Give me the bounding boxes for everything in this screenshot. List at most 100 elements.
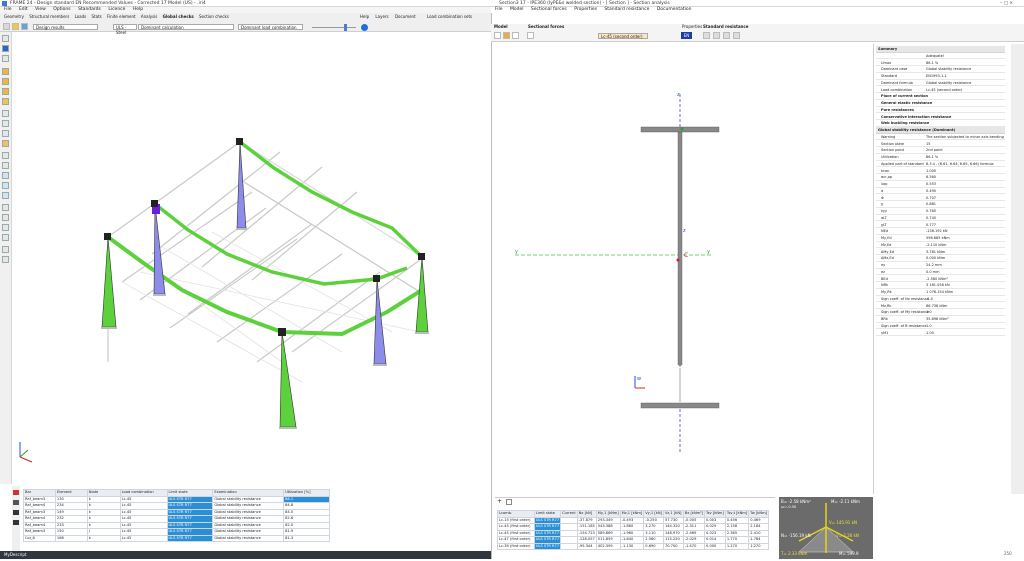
pan-icon[interactable] xyxy=(2,120,9,127)
zoom-slider-track[interactable] xyxy=(312,27,356,28)
tab-properties[interactable]: Properties xyxy=(682,24,702,30)
stability-section-header[interactable]: Global stability resistance (Dominant) xyxy=(876,127,1005,134)
menu-item[interactable]: Properties xyxy=(574,7,597,12)
render-icon[interactable] xyxy=(2,172,9,179)
label-icon[interactable] xyxy=(2,204,9,211)
col-header[interactable]: Vz,1 [kN] xyxy=(662,510,684,518)
table-cell[interactable]: -1.470 xyxy=(682,542,706,550)
uls-steel-select[interactable]: ULS - Steel xyxy=(113,24,137,35)
collapsed-section[interactable]: Pure resistances xyxy=(876,107,1005,114)
table-cell[interactable]: -151.185 xyxy=(576,523,597,531)
table-cell[interactable]: ULS STR R77 xyxy=(533,523,562,531)
support-icon[interactable] xyxy=(2,246,9,253)
copy-icon[interactable] xyxy=(13,500,19,505)
tab-global-checks[interactable]: Global checks xyxy=(163,14,194,19)
collapsed-section[interactable]: General elastic resistance xyxy=(876,100,1005,107)
print-icon[interactable] xyxy=(13,510,19,515)
table-cell[interactable]: ULS STR R77 xyxy=(166,534,214,542)
tab-load-combination-sets[interactable]: Load combination sets xyxy=(427,14,472,19)
summary-section-header[interactable]: Summary xyxy=(876,46,1005,53)
redo-icon[interactable] xyxy=(2,55,9,62)
close-icon[interactable]: × xyxy=(1009,1,1013,6)
collapsed-section[interactable]: Conservative interaction resistance xyxy=(876,114,1005,120)
table-cell[interactable]: ULS STR R77 xyxy=(533,516,562,524)
tab-help[interactable]: Help xyxy=(360,14,369,19)
view-iso-icon[interactable] xyxy=(2,98,9,105)
menu-item[interactable]: Options xyxy=(53,7,70,12)
table-cell[interactable]: Lc-47 (first order) xyxy=(497,536,535,544)
bottom-flange[interactable] xyxy=(640,402,720,409)
rafter-middle[interactable] xyxy=(153,202,408,286)
table-cell[interactable]: Col_6 xyxy=(23,534,56,542)
column-front-left[interactable] xyxy=(101,236,117,328)
maximize-icon[interactable]: □ xyxy=(1004,1,1008,6)
design-results-select[interactable]: Design results xyxy=(33,24,98,30)
col-header[interactable]: Mz,1 [kNm] xyxy=(619,510,645,518)
col-header[interactable]: Vy,1 [kN] xyxy=(643,510,664,518)
table-cell[interactable]: ULS STR R77 xyxy=(533,542,562,550)
load-combination-select[interactable]: Dominant load combination xyxy=(238,24,303,30)
menu-item[interactable]: Edit xyxy=(19,7,28,12)
delete-row-icon[interactable] xyxy=(506,499,512,505)
undo-icon[interactable] xyxy=(2,45,9,52)
tab-finite-element[interactable]: Finite element xyxy=(107,14,136,19)
table-cell[interactable]: Lc-15 (first order) xyxy=(497,516,535,524)
web[interactable] xyxy=(677,131,683,366)
section-shape-icon[interactable] xyxy=(512,32,519,39)
table-row[interactable]: Col_6 166 k Lc-45 ULS STR R77 Global stabilit… xyxy=(23,534,330,542)
tab-stats[interactable]: Stats xyxy=(92,14,102,19)
table-cell[interactable]: 166 xyxy=(54,534,88,542)
pin-icon[interactable] xyxy=(13,490,19,495)
table-cell[interactable]: Lc-45 xyxy=(119,534,168,542)
buckling-icon[interactable] xyxy=(723,32,730,39)
col-header[interactable]: My,1 [kNm] xyxy=(595,510,621,518)
measure-icon[interactable] xyxy=(2,162,9,169)
menu-item[interactable]: File xyxy=(4,7,12,12)
view-top-icon[interactable] xyxy=(2,88,9,95)
table-cell[interactable]: -1.130 xyxy=(619,542,645,550)
menu-item[interactable]: Standards xyxy=(78,7,101,12)
results-icon[interactable] xyxy=(2,140,9,147)
tab-section-checks[interactable]: Section checks xyxy=(199,14,229,19)
view-side-icon[interactable] xyxy=(2,78,9,85)
menu-item[interactable]: Sectional forces xyxy=(531,7,567,12)
collapsed-section[interactable]: Place of current section xyxy=(876,93,1005,100)
open-section-icon[interactable] xyxy=(503,32,510,39)
tab-standard-resistance[interactable]: Standard resistance xyxy=(703,24,749,30)
table-row[interactable]: Lc-45 (first order) ULS STR R77 -154.723 58… xyxy=(497,529,769,537)
col-header[interactable]: Current xyxy=(560,510,578,518)
tab-geometry[interactable]: Geometry xyxy=(4,14,24,19)
column-back-left[interactable] xyxy=(236,141,247,229)
table-row[interactable]: Lc-47 (first order) ULS STR R77 -128.057 51… xyxy=(497,536,769,544)
menu-item[interactable]: Licence xyxy=(108,7,125,12)
minimize-icon[interactable]: – xyxy=(1000,1,1002,6)
table-cell[interactable] xyxy=(560,542,578,550)
load-combination-combo[interactable]: Lc-45 (second order) xyxy=(598,33,648,39)
col-header[interactable]: Tsv,t [kNm] xyxy=(724,510,750,518)
zoom-icon[interactable] xyxy=(2,110,9,117)
table-cell[interactable]: 81.3 xyxy=(283,534,330,542)
export-icon[interactable] xyxy=(13,520,19,525)
menu-item[interactable]: Standard resistance xyxy=(604,7,649,12)
resistance-icon[interactable] xyxy=(703,32,710,39)
calculation-select[interactable]: Dominant calculation xyxy=(138,24,234,30)
table-cell[interactable]: 402.399 xyxy=(595,542,621,550)
grid-icon[interactable] xyxy=(2,214,9,221)
table-cell[interactable]: 0.690 xyxy=(643,542,664,550)
stability-icon[interactable] xyxy=(733,32,740,39)
bar-icon[interactable] xyxy=(2,234,9,241)
new-icon[interactable] xyxy=(3,23,10,30)
table-cell[interactable]: 1.270 xyxy=(748,542,769,550)
table-cell[interactable]: Global stability resistance xyxy=(212,534,285,542)
menu-item[interactable]: Help xyxy=(133,7,143,12)
table-cell[interactable]: 1.270 xyxy=(724,542,750,550)
view-front-icon[interactable] xyxy=(2,68,9,75)
table-cell[interactable]: 70.700 xyxy=(662,542,684,550)
table-cell[interactable]: ULS STR R77 xyxy=(533,536,562,544)
tab-structural-members[interactable]: Structural members xyxy=(29,14,69,19)
section-icon[interactable] xyxy=(2,192,9,199)
menu-item[interactable]: View xyxy=(35,7,46,12)
tab-loads[interactable]: Loads xyxy=(75,14,87,19)
rotate-icon[interactable] xyxy=(2,130,9,137)
table-row[interactable]: Lc-15 (first order) ULS STR R77 -37.879 293… xyxy=(497,516,769,524)
